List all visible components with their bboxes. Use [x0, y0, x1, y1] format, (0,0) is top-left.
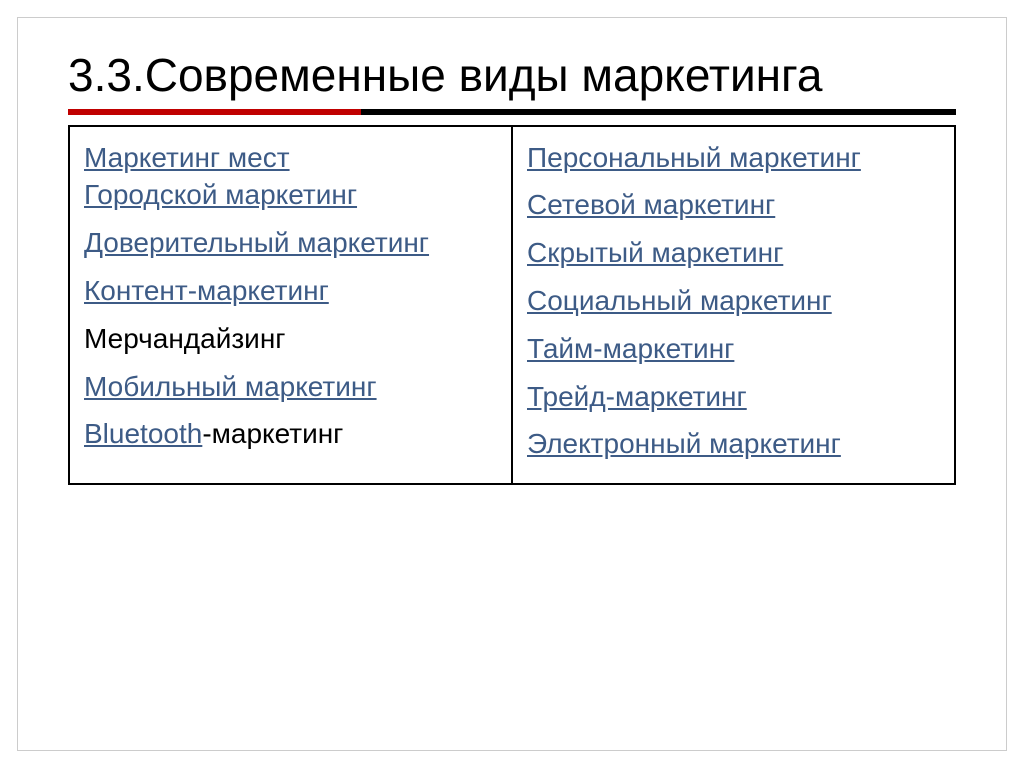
- left-item: Маркетинг мест: [84, 139, 497, 177]
- text-plain: Мерчандайзинг: [84, 323, 286, 354]
- text-link[interactable]: Скрытый маркетинг: [527, 237, 783, 268]
- left-cell: Маркетинг мест Городской маркетинг Доверит…: [69, 126, 512, 485]
- slide: 3.3.Современные виды маркетинга Маркетин…: [18, 18, 1006, 750]
- right-item: Сетевой маркетинг: [527, 186, 940, 224]
- text-link[interactable]: Тайм-маркетинг: [527, 333, 734, 364]
- left-item: Городской маркетинг: [84, 176, 497, 214]
- left-item: Контент-маркетинг: [84, 272, 497, 310]
- slide-content: 3.3.Современные виды маркетинга Маркетин…: [18, 18, 1006, 485]
- left-item: Доверительный маркетинг: [84, 224, 497, 262]
- right-item: Персональный маркетинг: [527, 139, 940, 177]
- text-link[interactable]: Электронный маркетинг: [527, 428, 841, 459]
- text-link[interactable]: Трейд-маркетинг: [527, 381, 747, 412]
- content-table: Маркетинг мест Городской маркетинг Доверит…: [68, 125, 956, 486]
- text-link[interactable]: Маркетинг мест: [84, 142, 290, 173]
- right-item: Трейд-маркетинг: [527, 378, 940, 416]
- text-link[interactable]: Сетевой маркетинг: [527, 189, 775, 220]
- text-link[interactable]: Доверительный маркетинг: [84, 227, 429, 258]
- right-cell: Персональный маркетинг Сетевой маркетинг С…: [512, 126, 955, 485]
- text-link[interactable]: Контент-маркетинг: [84, 275, 329, 306]
- text-link[interactable]: Мобильный маркетинг: [84, 371, 377, 402]
- text-link[interactable]: Городской маркетинг: [84, 179, 357, 210]
- text-link[interactable]: Bluetooth: [84, 418, 202, 449]
- right-item: Тайм-маркетинг: [527, 330, 940, 368]
- text-link[interactable]: Персональный маркетинг: [527, 142, 861, 173]
- left-item: Bluetooth-маркетинг: [84, 415, 497, 453]
- right-item: Электронный маркетинг: [527, 425, 940, 463]
- text-plain: -маркетинг: [202, 418, 343, 449]
- title-rule: [68, 109, 956, 115]
- slide-title: 3.3.Современные виды маркетинга: [68, 50, 956, 101]
- right-item: Скрытый маркетинг: [527, 234, 940, 272]
- left-item: Мобильный маркетинг: [84, 368, 497, 406]
- left-item: Мерчандайзинг: [84, 320, 497, 358]
- text-link[interactable]: Социальный маркетинг: [527, 285, 832, 316]
- right-item: Социальный маркетинг: [527, 282, 940, 320]
